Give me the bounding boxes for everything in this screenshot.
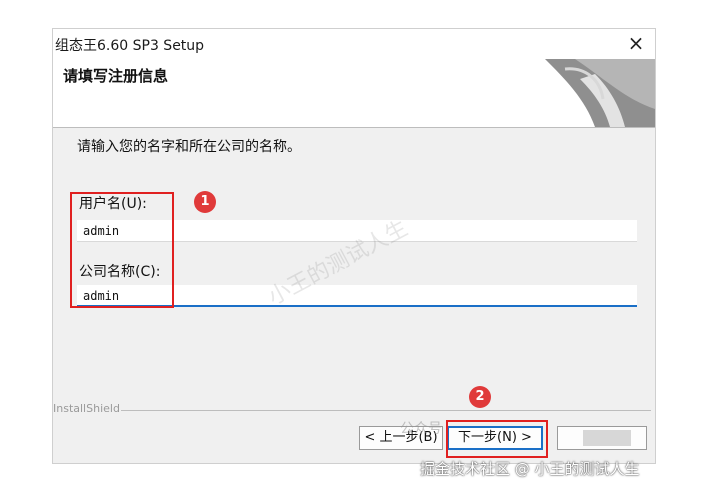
step-badge-2: 2 — [469, 386, 491, 408]
close-icon[interactable]: × — [625, 31, 647, 55]
installer-artwork-icon — [545, 59, 655, 127]
page-title: 请填写注册信息 — [63, 67, 169, 85]
step-badge-1: 1 — [194, 191, 216, 213]
footer-watermark: 掘金技术社区 @ 小王的测试人生 — [420, 460, 640, 478]
installshield-brand: InstallShield — [53, 402, 120, 415]
blurred-cancel-mask — [583, 430, 631, 446]
instruction-text: 请输入您的名字和所在公司的名称。 — [77, 139, 301, 155]
window-title: 组态王6.60 SP3 Setup — [55, 38, 205, 54]
title-bar: 组态王6.60 SP3 Setup × — [53, 29, 655, 59]
next-highlight-box — [446, 420, 548, 458]
footer-divider — [121, 410, 651, 411]
fields-highlight-box — [70, 192, 174, 308]
dialog-header: 请填写注册信息 — [53, 59, 655, 128]
public-account-watermark: 公众号 — [400, 421, 442, 437]
